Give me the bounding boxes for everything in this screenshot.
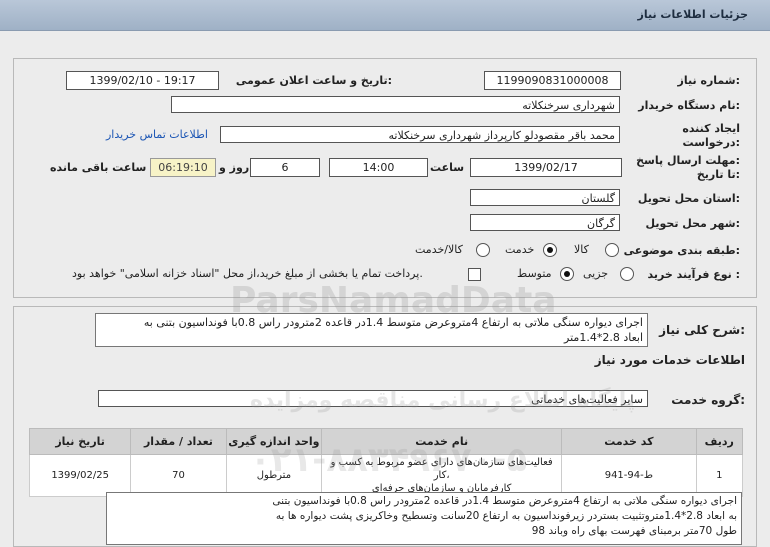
remaining-time-label: ساعت باقی مانده bbox=[50, 161, 147, 174]
table-row[interactable]: 1399/02/25 70 مترطول فعالیت‌های سازمان‌ه… bbox=[28, 454, 744, 497]
cell-date: 1399/02/25 bbox=[28, 454, 132, 497]
city-label: شهر محل تحویل: bbox=[645, 217, 740, 230]
cell-unit: مترطول bbox=[225, 454, 323, 497]
buyer-org-label: نام دستگاه خریدار: bbox=[638, 99, 740, 112]
deadline-time-field: 14:00 bbox=[329, 158, 428, 177]
category-service-radio[interactable] bbox=[543, 243, 557, 257]
buyer-org-field: شهرداری سرخنکلاته bbox=[171, 96, 620, 113]
need-number-label: شماره نیاز: bbox=[677, 74, 740, 87]
cell-name: فعالیت‌های سازمان‌های دارای عضو مربوط به… bbox=[321, 454, 563, 497]
need-number-field: 1199090831000008 bbox=[484, 71, 621, 90]
days-label: روز و bbox=[219, 161, 250, 174]
summary-line-2: ابعاد 2.8*1.4متر bbox=[564, 331, 643, 344]
summary-label: شرح کلی نیاز: bbox=[659, 323, 745, 337]
detail-line-3: طول 70متر برمبنای فهرست بهای راه وباند 9… bbox=[531, 525, 737, 537]
col-unit-header: واحد اندازه گیری bbox=[225, 428, 323, 455]
days-remaining-field: 6 bbox=[250, 158, 320, 177]
services-section-title: اطلاعات خدمات مورد نیاز bbox=[594, 353, 745, 367]
cell-code: ط-94-941 bbox=[561, 454, 697, 497]
category-goods-label: کالا bbox=[574, 243, 589, 256]
detail-description: اجرای دیواره سنگی ملاتی به ارتفاع 4متروع… bbox=[106, 492, 742, 545]
process-minor-label: جزیی bbox=[583, 267, 609, 280]
col-qty-header: تعداد / مقدار bbox=[130, 428, 227, 455]
province-field: گلستان bbox=[470, 189, 620, 206]
creator-label-1: ایجاد کننده bbox=[682, 122, 740, 135]
col-date-header: تاریخ نیاز bbox=[28, 428, 132, 455]
creator-field: محمد باقر مقصودلو کارپرداز شهرداری سرخنک… bbox=[220, 126, 620, 143]
window-title: جزئیات اطلاعات نیاز bbox=[637, 8, 749, 21]
process-medium-label: متوسط bbox=[517, 267, 552, 280]
province-label: استان محل تحویل: bbox=[637, 192, 740, 205]
category-goods-radio[interactable] bbox=[605, 243, 619, 257]
col-name-header: نام خدمت bbox=[321, 428, 563, 455]
service-group-field: سایر فعالیت‌های خدماتی bbox=[98, 390, 648, 407]
window-titlebar: جزئیات اطلاعات نیاز bbox=[0, 0, 770, 31]
process-label: نوع فرآیند خرید : bbox=[647, 268, 740, 281]
summary-text: اجرای دیواره سنگی ملاتی به ارتفاع 4متروع… bbox=[95, 313, 648, 347]
cell-name-line-1: فعالیت‌های سازمان‌های دارای عضو مربوط به… bbox=[330, 457, 553, 481]
contact-info-link[interactable]: اطلاعات تماس خریدار bbox=[106, 128, 208, 141]
process-minor-radio[interactable] bbox=[620, 267, 634, 281]
deadline-label-1: مهلت ارسال پاسخ: bbox=[636, 154, 740, 167]
process-medium-radio[interactable] bbox=[560, 267, 574, 281]
treasury-payment-text: پرداخت تمام یا بخشی از مبلغ خرید،از محل … bbox=[72, 267, 423, 280]
services-table: تاریخ نیاز تعداد / مقدار واحد اندازه گیر… bbox=[28, 428, 744, 497]
cell-qty: 70 bbox=[130, 454, 227, 497]
city-field: گرگان bbox=[470, 214, 620, 231]
col-code-header: کد خدمت bbox=[561, 428, 697, 455]
deadline-date-field: 1399/02/17 bbox=[470, 158, 622, 177]
need-info-section bbox=[13, 58, 757, 298]
treasury-payment-checkbox[interactable] bbox=[468, 268, 481, 281]
service-group-label: گروه خدمت: bbox=[671, 393, 745, 407]
table-header-row: تاریخ نیاز تعداد / مقدار واحد اندازه گیر… bbox=[28, 428, 744, 455]
creator-label-2: درخواست: bbox=[682, 136, 740, 149]
category-service-label: خدمت bbox=[505, 243, 535, 256]
detail-line-2: به ابعاد 2.8*1.4متروتثبیت بستردر زیرفوند… bbox=[275, 510, 737, 522]
cell-row: 1 bbox=[695, 454, 744, 497]
category-goods-service-radio[interactable] bbox=[476, 243, 490, 257]
remaining-time-field: 06:19:10 bbox=[150, 158, 216, 177]
deadline-label-2: تا تاریخ: bbox=[696, 168, 740, 181]
category-label: طبقه بندی موضوعی: bbox=[623, 244, 740, 257]
summary-line-1: اجرای دیواره سنگی ملاتی به ارتفاع 4متروع… bbox=[143, 316, 643, 329]
detail-line-1: اجرای دیواره سنگی ملاتی به ارتفاع 4متروع… bbox=[272, 495, 737, 507]
col-row-header: ردیف bbox=[695, 428, 744, 455]
category-goods-service-label: کالا/خدمت bbox=[415, 243, 463, 256]
deadline-time-label: ساعت bbox=[430, 161, 465, 174]
announce-label: تاریخ و ساعت اعلان عمومی: bbox=[235, 74, 392, 87]
announce-datetime-field: 1399/02/10 - 19:17 bbox=[66, 71, 219, 90]
